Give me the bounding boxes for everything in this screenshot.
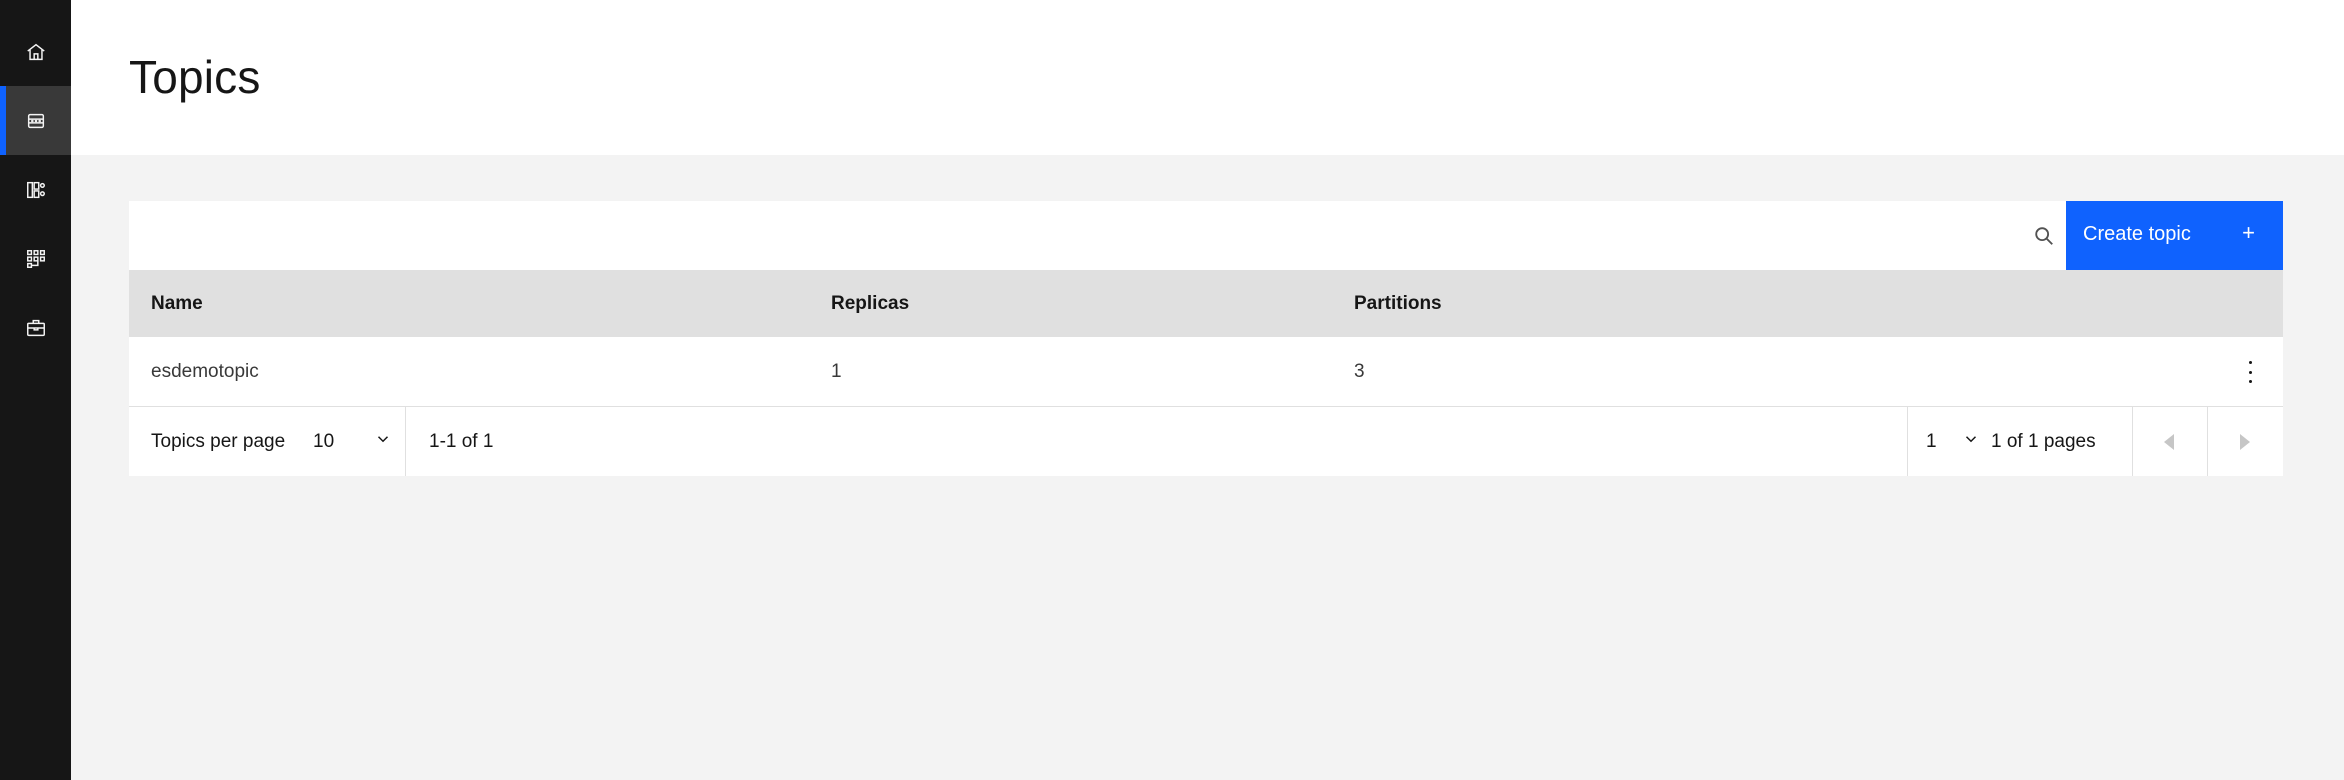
table-toolbar: Create topic +	[129, 201, 2283, 270]
add-icon: +	[2242, 220, 2255, 245]
caret-right-icon	[2240, 433, 2250, 450]
nav-home[interactable]	[0, 17, 71, 86]
items-per-page-label: Topics per page	[151, 431, 286, 452]
page-title: Topics	[129, 51, 261, 103]
partitions-cell: 3	[1354, 361, 1365, 382]
item-range-text: 1-1 of 1	[429, 431, 494, 452]
header-partitions[interactable]: Partitions	[1354, 270, 1442, 337]
toolbox-icon	[26, 319, 45, 336]
next-page-button[interactable]	[2207, 407, 2283, 476]
previous-page-button[interactable]	[2131, 407, 2208, 476]
nav-toolbox[interactable]	[0, 293, 71, 362]
side-navigation	[0, 0, 71, 780]
nav-consumer-groups[interactable]	[0, 155, 71, 224]
table-row[interactable]: esdemotopic 1 3	[129, 337, 2283, 407]
page-selector: 1 1 of 1 pages	[1907, 407, 2133, 476]
row-overflow-menu-icon[interactable]	[2247, 361, 2253, 383]
chevron-down-icon[interactable]	[374, 430, 392, 454]
page-count-text: 1 of 1 pages	[1991, 431, 2096, 452]
table-header-row: Name Replicas Partitions	[129, 270, 2283, 337]
chevron-down-icon[interactable]	[1962, 430, 1980, 454]
page-header: Topics	[71, 0, 2344, 155]
pagination-bar: Topics per page 10 1-1 of 1 1 1 of 1 pag…	[129, 407, 2283, 476]
header-replicas[interactable]: Replicas	[831, 270, 909, 337]
topics-table: Create topic + Name Replicas Partitions …	[129, 201, 2283, 476]
schema-registry-icon	[26, 249, 45, 268]
create-topic-label: Create topic	[2083, 223, 2191, 245]
consumer-groups-icon	[26, 181, 45, 198]
nav-schema-registry[interactable]	[0, 224, 71, 293]
create-topic-button[interactable]: Create topic +	[2066, 201, 2283, 270]
topic-name-cell[interactable]: esdemotopic	[151, 337, 259, 406]
caret-left-icon	[2164, 433, 2174, 450]
topics-icon	[27, 113, 44, 128]
header-name[interactable]: Name	[151, 270, 203, 337]
search-icon	[2035, 226, 2053, 245]
home-icon	[26, 43, 45, 60]
nav-topics[interactable]	[0, 86, 71, 155]
replicas-cell: 1	[831, 361, 842, 382]
items-per-page: Topics per page 10	[129, 407, 406, 476]
items-per-page-select[interactable]: 10	[313, 431, 334, 453]
page-select[interactable]: 1	[1926, 431, 1937, 453]
